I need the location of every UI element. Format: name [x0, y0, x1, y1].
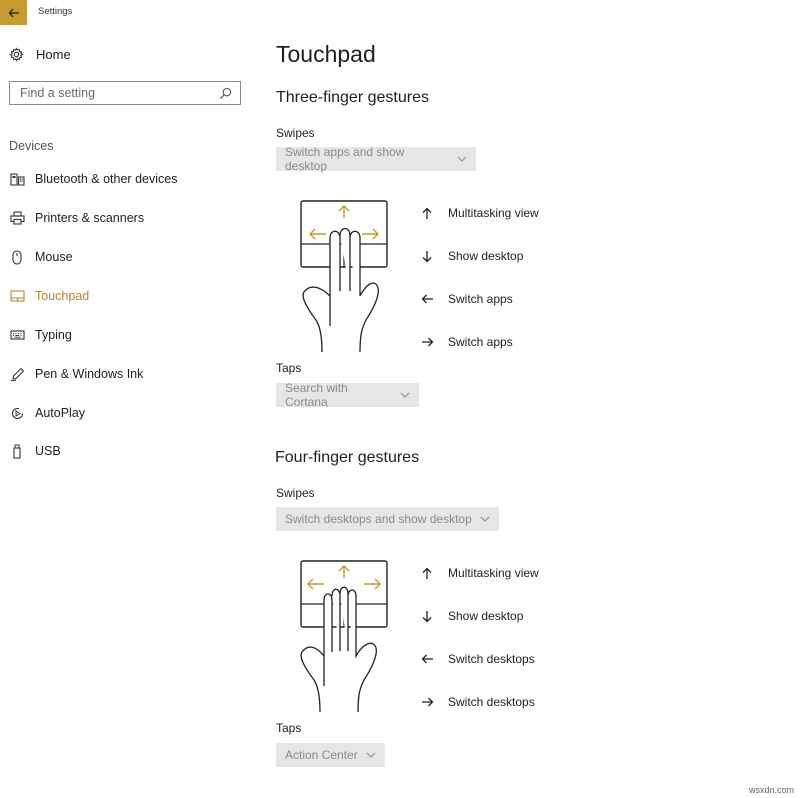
three-finger-gesture-left: Switch apps [420, 291, 513, 307]
arrow-left-icon [420, 652, 434, 666]
title-bar: Settings [0, 0, 800, 26]
sidebar-item-autoplay[interactable]: AutoPlay [9, 403, 85, 423]
home-link[interactable]: Home [9, 47, 71, 62]
three-finger-taps-dropdown[interactable]: Search with Cortana [276, 381, 419, 409]
four-finger-swipes-dropdown[interactable]: Switch desktops and show desktop [276, 507, 499, 531]
arrow-up-icon [420, 566, 434, 580]
arrow-left-icon [420, 292, 434, 306]
four-finger-taps-dropdown[interactable]: Action Center [276, 743, 385, 767]
chevron-down-icon [457, 156, 467, 162]
arrow-right-icon [420, 335, 434, 349]
sidebar-item-mouse[interactable]: Mouse [9, 247, 73, 267]
gesture-label: Show desktop [448, 249, 524, 263]
sidebar-item-label: USB [35, 444, 61, 458]
sidebar-item-label: Touchpad [35, 289, 90, 303]
three-finger-gesture-up: Multitasking view [420, 205, 539, 221]
gesture-label: Switch apps [448, 335, 513, 349]
bluetooth-devices-icon [9, 171, 25, 187]
usb-icon [9, 443, 25, 459]
three-finger-gesture-illustration [300, 200, 388, 352]
autoplay-icon [9, 405, 25, 421]
back-arrow-icon [8, 8, 19, 17]
four-finger-swipes-label: Swipes [276, 486, 315, 500]
sidebar-item-label: AutoPlay [35, 406, 86, 420]
arrow-up-icon [420, 206, 434, 220]
arrow-down-icon [420, 609, 434, 623]
four-finger-gesture-illustration [300, 560, 388, 712]
window-title: Settings [38, 6, 73, 17]
keyboard-icon [9, 327, 25, 343]
three-finger-swipes-label: Swipes [276, 126, 315, 140]
back-button[interactable] [0, 0, 27, 25]
four-finger-heading: Four-finger gestures [275, 449, 420, 466]
sidebar-item-label: Typing [35, 328, 72, 342]
arrow-down-icon [420, 249, 434, 263]
three-finger-gesture-down: Show desktop [420, 248, 523, 264]
sidebar-item-label: Bluetooth & other devices [35, 172, 178, 186]
sidebar-item-typing[interactable]: Typing [9, 325, 72, 345]
three-finger-swipes-dropdown[interactable]: Switch apps and show desktop [276, 145, 476, 173]
four-finger-gesture-down: Show desktop [420, 608, 523, 624]
dropdown-value: Action Center [285, 748, 358, 762]
mouse-icon [9, 249, 25, 265]
gesture-label: Switch apps [448, 292, 513, 306]
gear-icon [9, 47, 24, 62]
gesture-label: Multitasking view [448, 206, 539, 220]
sidebar-item-label: Printers & scanners [35, 211, 145, 225]
four-finger-gesture-left: Switch desktops [420, 651, 535, 667]
sidebar-item-touchpad[interactable]: Touchpad [9, 286, 89, 306]
chevron-down-icon [366, 752, 376, 758]
dropdown-value: Switch desktops and show desktop [285, 512, 472, 526]
three-finger-heading: Three-finger gestures [276, 89, 429, 106]
three-finger-gesture-right: Switch apps [420, 334, 513, 350]
gesture-label: Show desktop [448, 609, 524, 623]
chevron-down-icon [480, 516, 490, 522]
search-icon[interactable] [219, 87, 232, 100]
printer-icon [9, 210, 25, 226]
four-finger-gesture-up: Multitasking view [420, 565, 539, 581]
sidebar-item-label: Pen & Windows Ink [35, 367, 144, 381]
arrow-right-icon [420, 695, 434, 709]
dropdown-value: Search with Cortana [285, 381, 348, 409]
sidebar-item-printers[interactable]: Printers & scanners [9, 208, 144, 228]
pen-icon [9, 366, 25, 382]
sidebar-item-label: Mouse [35, 250, 73, 264]
gesture-label: Switch desktops [448, 695, 535, 709]
sidebar-item-usb[interactable]: USB [9, 441, 61, 461]
page-title: Touchpad [276, 41, 376, 67]
gesture-label: Switch desktops [448, 652, 535, 666]
chevron-down-icon [400, 392, 410, 398]
three-finger-taps-label: Taps [276, 361, 302, 375]
sidebar-item-pen[interactable]: Pen & Windows Ink [9, 364, 143, 384]
watermark: wsxdn.com [748, 785, 794, 795]
search-input[interactable] [18, 85, 219, 101]
four-finger-taps-label: Taps [276, 721, 302, 735]
devices-section-label: Devices [9, 139, 54, 153]
sidebar-item-bluetooth[interactable]: Bluetooth & other devices [9, 169, 177, 189]
dropdown-value: Switch apps and show desktop [285, 145, 405, 173]
search-box[interactable] [9, 81, 241, 105]
gesture-label: Multitasking view [448, 566, 539, 580]
touchpad-icon [9, 288, 25, 304]
four-finger-gesture-right: Switch desktops [420, 694, 535, 710]
home-label: Home [36, 47, 71, 62]
